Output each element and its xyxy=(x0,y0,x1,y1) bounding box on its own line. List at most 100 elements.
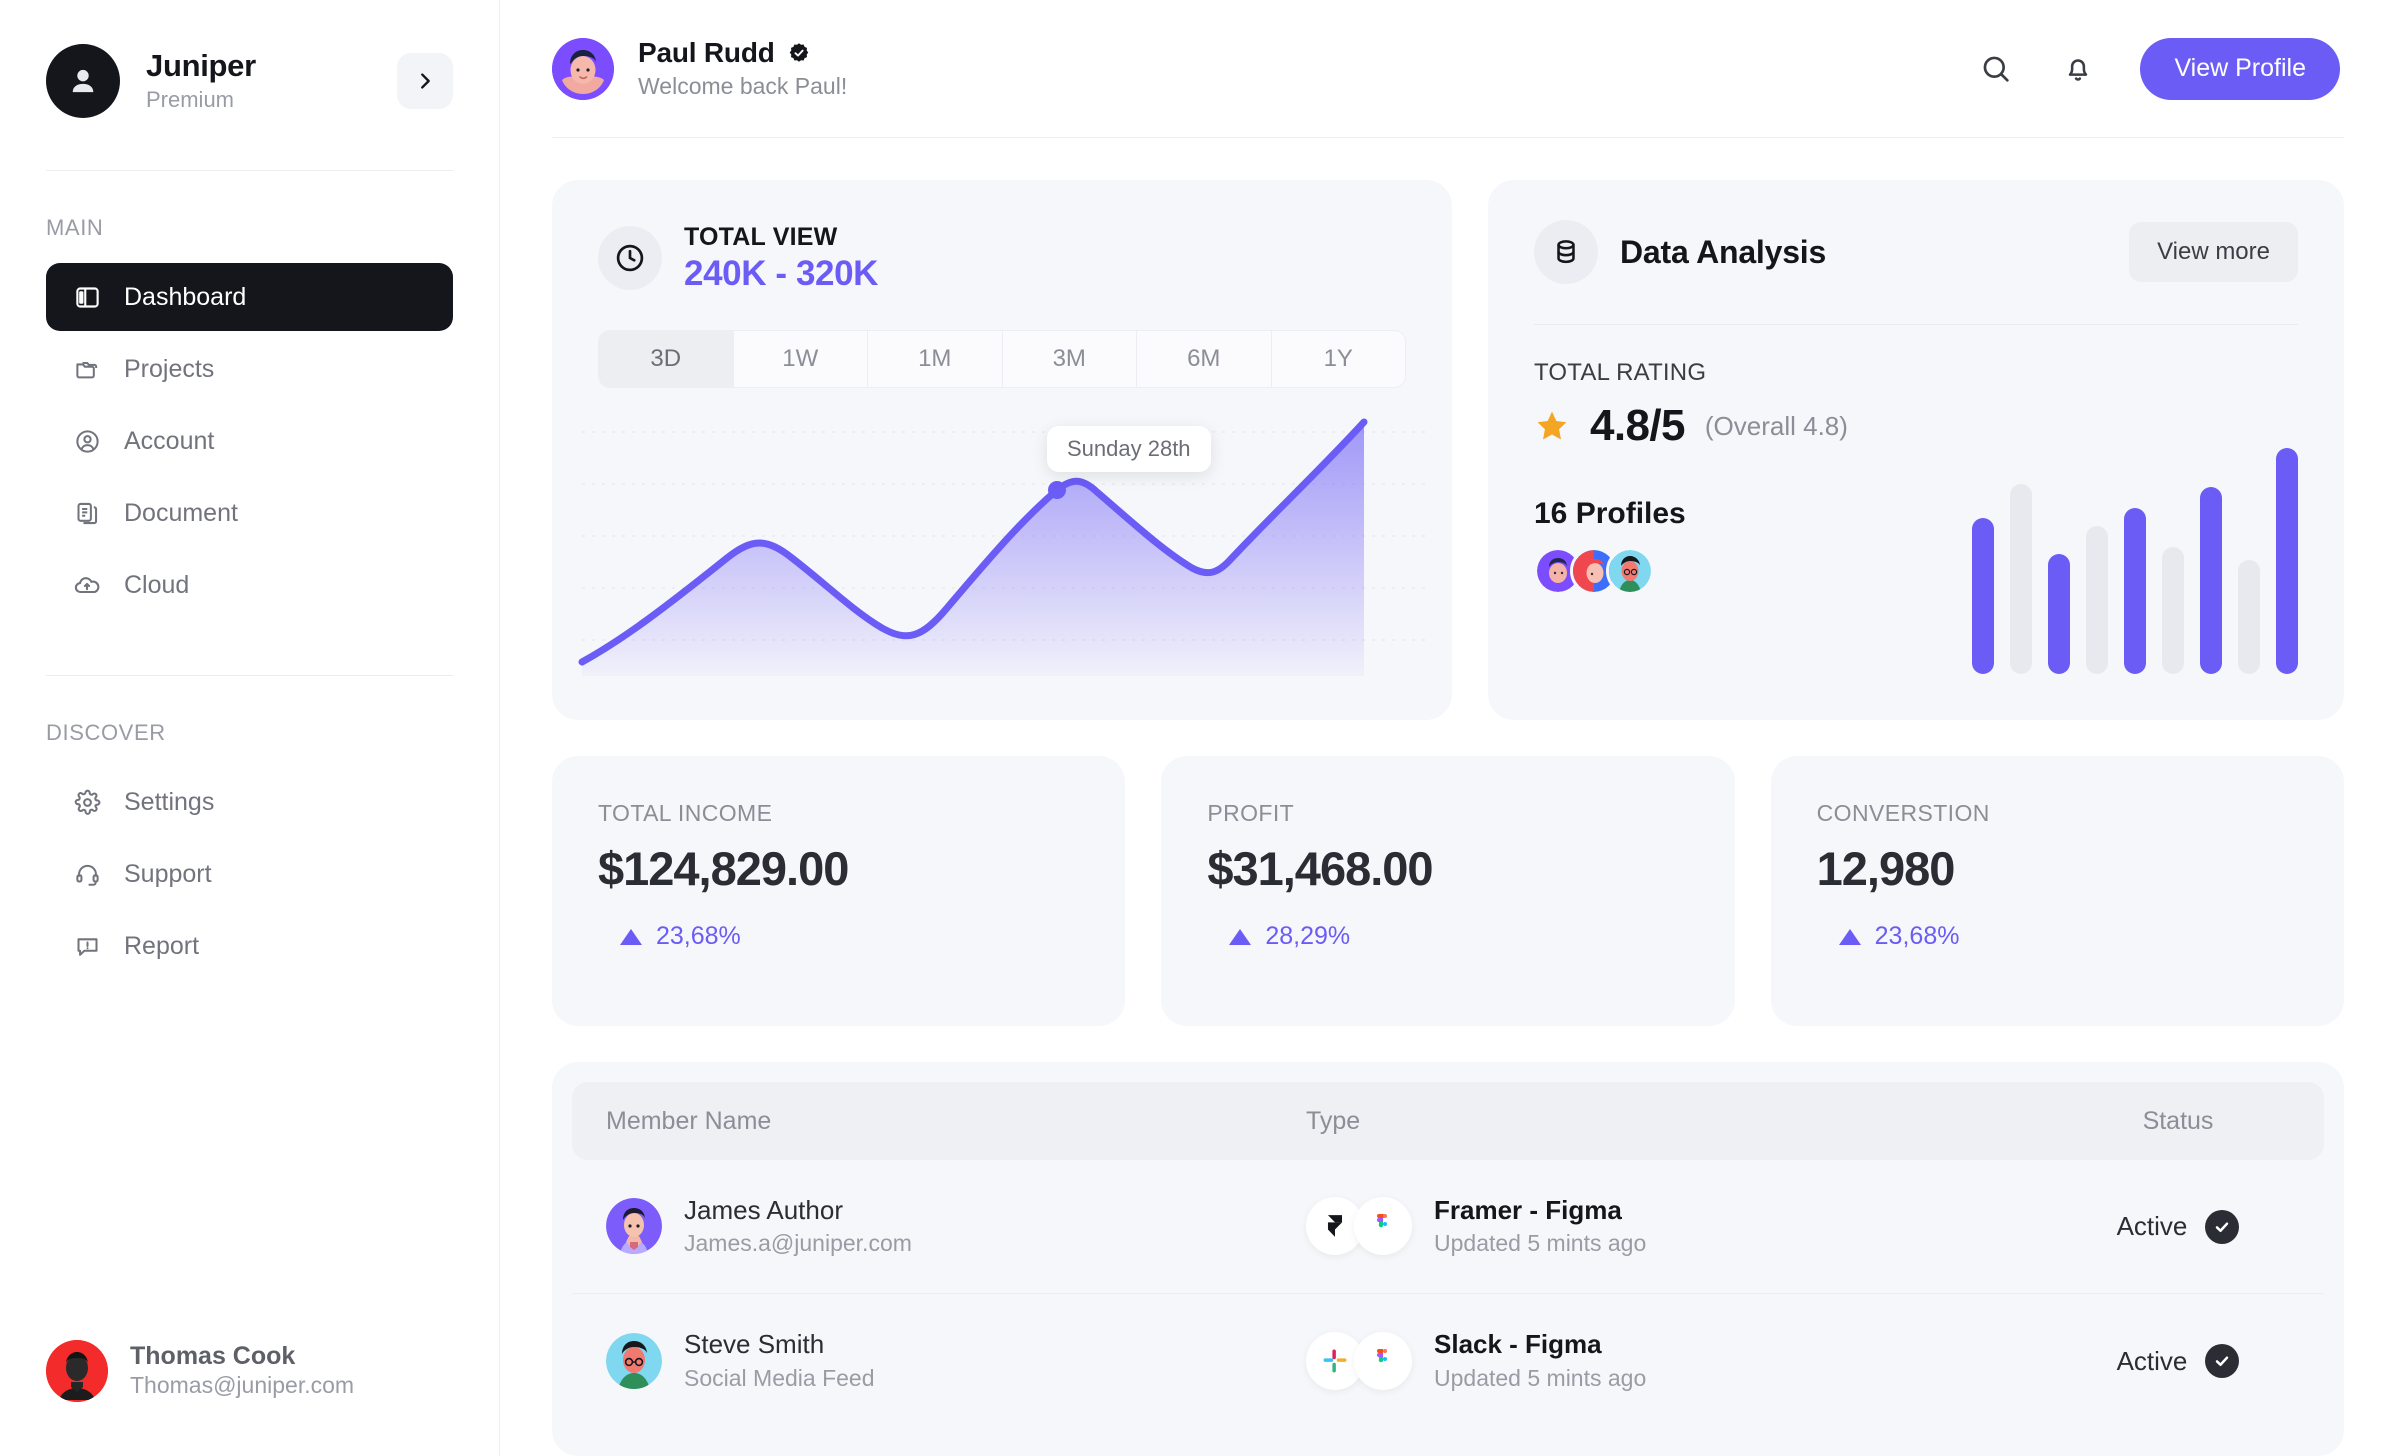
bar xyxy=(2162,546,2184,674)
member-cell: Steve Smith Social Media Feed xyxy=(606,1328,1306,1394)
check-circle-icon xyxy=(2205,1209,2240,1244)
member-name: Steve Smith xyxy=(684,1329,825,1360)
type-cell: Framer - Figma Updated 5 mints ago xyxy=(1306,1194,2066,1260)
range-3m[interactable]: 3M xyxy=(1002,331,1137,387)
total-view-title: TOTAL VIEW xyxy=(684,223,838,251)
brand-plan: Premium xyxy=(146,86,235,112)
range-selector: 3D 1W 1M 3M 6M 1Y xyxy=(598,330,1406,388)
chart-area-fill xyxy=(582,422,1364,676)
brand-row: Juniper Premium xyxy=(46,0,453,118)
sidebar-divider-top xyxy=(46,170,453,171)
stat-value: $124,829.00 xyxy=(598,842,849,895)
member-cell: James Author James.a@juniper.com xyxy=(606,1194,1306,1260)
stat-delta-value: 23,68% xyxy=(656,922,741,950)
avatar xyxy=(46,1340,108,1402)
check-glyph xyxy=(2216,1356,2229,1366)
type-name: Framer - Figma xyxy=(1434,1194,1622,1225)
stat-delta: 23,68% xyxy=(598,922,1079,951)
stat-card-total-income: TOTAL INCOME $124,829.00 23,68% xyxy=(552,756,1126,1026)
sidebar-user[interactable]: Thomas Cook Thomas@juniper.com xyxy=(46,1340,453,1456)
table-row[interactable]: Steve Smith Social Media Feed Slack - Fi… xyxy=(572,1294,2324,1428)
member-text: James Author James.a@juniper.com xyxy=(684,1194,912,1260)
sidebar-item-cloud[interactable]: Cloud xyxy=(46,551,453,619)
range-6m[interactable]: 6M xyxy=(1137,331,1272,387)
member-name: James Author xyxy=(684,1194,843,1225)
member-sub: James.a@juniper.com xyxy=(684,1230,912,1257)
top-cards-row: TOTAL VIEW 240K - 320K 3D 1W 1M 3M 6M 1Y xyxy=(552,180,2344,720)
table-header: Member Name Type Status xyxy=(572,1082,2324,1160)
rating-overall: (Overall 4.8) xyxy=(1704,410,1848,441)
range-1m[interactable]: 1M xyxy=(868,331,1003,387)
stat-label: TOTAL INCOME xyxy=(598,800,773,826)
range-1w[interactable]: 1W xyxy=(733,331,868,387)
sidebar: Juniper Premium MAIN Dashboard Projects xyxy=(0,0,500,1456)
sidebar-item-account[interactable]: Account xyxy=(46,407,453,475)
sidebar-user-name: Thomas Cook xyxy=(130,1342,296,1371)
figma-glyph xyxy=(1377,1214,1387,1228)
stat-delta: 28,29% xyxy=(1207,922,1688,951)
user-photo-icon xyxy=(46,1340,108,1402)
sidebar-expand-button[interactable] xyxy=(397,53,453,109)
total-view-value: 240K - 320K xyxy=(684,254,879,293)
triangle-up-icon xyxy=(1229,928,1252,945)
members-table: Member Name Type Status James Author Jam… xyxy=(552,1062,2344,1456)
topbar: Paul Rudd Welcome back Paul! View Profil… xyxy=(552,0,2344,138)
stat-delta-value: 23,68% xyxy=(1874,922,1960,950)
type-name: Slack - Figma xyxy=(1434,1329,1602,1360)
avatar[interactable] xyxy=(552,37,614,100)
dashboard-content: TOTAL VIEW 240K - 320K 3D 1W 1M 3M 6M 1Y xyxy=(552,138,2344,1456)
notifications-button[interactable] xyxy=(2058,49,2098,89)
range-3d[interactable]: 3D xyxy=(599,331,734,387)
column-header-member-name: Member Name xyxy=(606,1106,772,1135)
chart-highlight-point xyxy=(1048,481,1066,499)
sidebar-user-text: Thomas Cook Thomas@juniper.com xyxy=(130,1341,354,1401)
type-text: Slack - Figma Updated 5 mints ago xyxy=(1434,1328,1646,1394)
view-more-button[interactable]: View more xyxy=(2129,222,2298,282)
view-profile-button[interactable]: View Profile xyxy=(2140,37,2340,100)
bar xyxy=(2238,559,2260,674)
avatar xyxy=(1606,547,1654,595)
database-icon-wrap xyxy=(1534,220,1598,284)
stat-card-profit: PROFIT $31,468.00 28,29% xyxy=(1161,756,1735,1026)
check-glyph xyxy=(2216,1221,2229,1232)
bar xyxy=(2200,486,2222,674)
total-view-card: TOTAL VIEW 240K - 320K 3D 1W 1M 3M 6M 1Y xyxy=(552,180,1452,720)
stat-delta-value: 28,29% xyxy=(1265,922,1351,950)
sidebar-item-report[interactable]: Report xyxy=(46,912,453,980)
sidebar-item-support[interactable]: Support xyxy=(46,840,453,908)
type-cell: Slack - Figma Updated 5 mints ago xyxy=(1306,1328,2066,1394)
sidebar-item-document[interactable]: Document xyxy=(46,479,453,547)
range-1y[interactable]: 1Y xyxy=(1271,331,1405,387)
alert-message-icon xyxy=(72,931,102,961)
total-view-text: TOTAL VIEW 240K - 320K xyxy=(684,222,878,294)
type-updated: Updated 5 mints ago xyxy=(1434,1230,1647,1257)
search-button[interactable] xyxy=(1976,49,2016,89)
sidebar-item-projects[interactable]: Projects xyxy=(46,335,453,403)
bar xyxy=(1972,518,1994,674)
topbar-user: Paul Rudd Welcome back Paul! xyxy=(552,37,847,100)
sidebar-item-dashboard[interactable]: Dashboard xyxy=(46,263,453,331)
user-photo-icon xyxy=(1609,550,1651,592)
table-row[interactable]: James Author James.a@juniper.com Framer … xyxy=(572,1160,2324,1294)
sidebar-item-settings[interactable]: Settings xyxy=(46,768,453,836)
framer-glyph xyxy=(1327,1215,1343,1238)
sidebar-item-label: Settings xyxy=(124,787,215,816)
gear-icon xyxy=(72,787,102,817)
type-logos xyxy=(1306,1197,1412,1256)
type-text: Framer - Figma Updated 5 mints ago xyxy=(1434,1194,1646,1260)
stat-card-converstion: CONVERSTION 12,980 23,68% xyxy=(1770,756,2344,1026)
bar xyxy=(2086,525,2108,674)
total-view-header: TOTAL VIEW 240K - 320K xyxy=(552,222,1452,294)
dashboard-app: Juniper Premium MAIN Dashboard Projects xyxy=(0,0,2400,1456)
status-cell: Active xyxy=(2066,1344,2290,1378)
sidebar-section-label-discover: DISCOVER xyxy=(46,720,166,745)
bar xyxy=(2010,484,2032,674)
topbar-actions: View Profile xyxy=(1976,37,2340,100)
avatar xyxy=(606,1332,662,1389)
sidebar-item-label: Support xyxy=(124,859,212,888)
figma-logo-icon xyxy=(1354,1197,1412,1256)
column-header-type: Type xyxy=(1306,1106,1361,1135)
bar xyxy=(2048,554,2070,674)
user-photo-icon xyxy=(606,1198,662,1255)
